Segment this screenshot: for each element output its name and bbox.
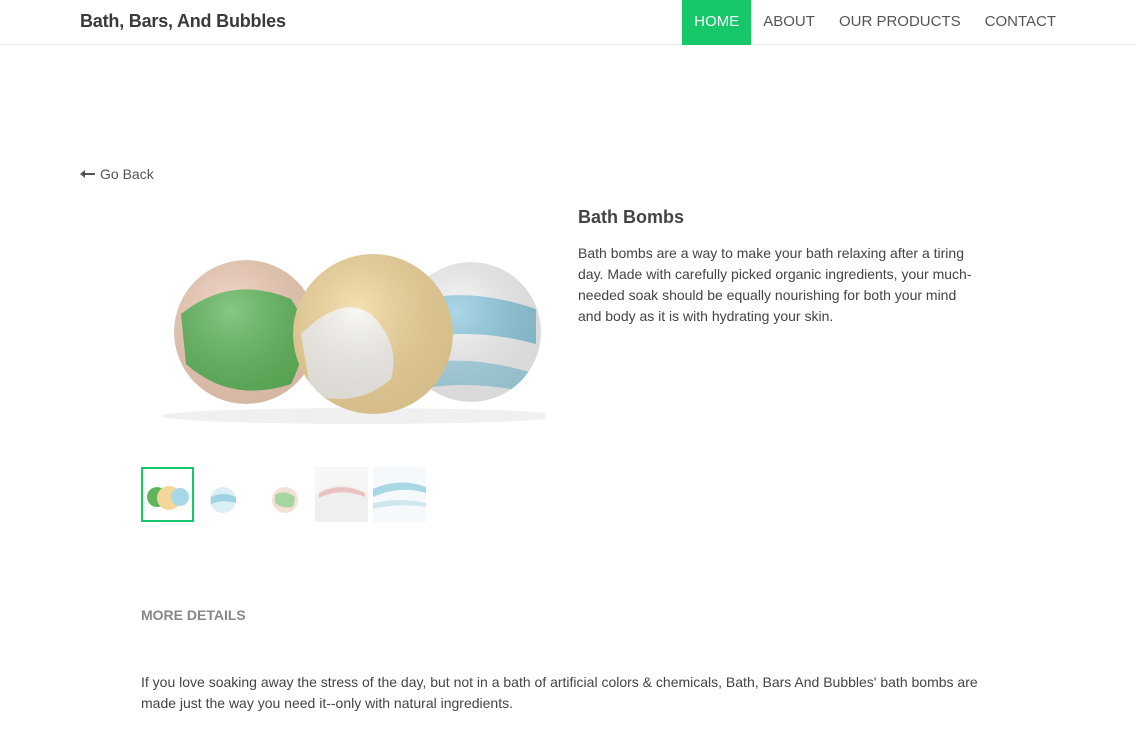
nav-item-about[interactable]: ABOUT: [751, 0, 827, 45]
thumbnail-3[interactable]: [257, 467, 310, 522]
go-back-link[interactable]: Go Back: [80, 166, 154, 182]
go-back-label: Go Back: [100, 166, 154, 182]
nav-item-our-products[interactable]: OUR PRODUCTS: [827, 0, 973, 45]
thumbnail-4[interactable]: [315, 467, 368, 522]
thumbnail-1[interactable]: [141, 467, 194, 522]
nav-item-contact[interactable]: CONTACT: [973, 0, 1068, 45]
more-details-heading: MORE DETAILS: [141, 607, 246, 623]
thumbnail-5[interactable]: [373, 467, 426, 522]
thumbnail-strip: [141, 467, 431, 522]
product-description: Bath bombs are a way to make your bath r…: [578, 245, 972, 324]
main-nav: HOME ABOUT OUR PRODUCTS CONTACT: [682, 0, 1068, 45]
brand-logo-text[interactable]: Bath, Bars, And Bubbles: [80, 11, 286, 32]
navbar: Bath, Bars, And Bubbles HOME ABOUT OUR P…: [0, 0, 1136, 45]
product-main-image: [141, 204, 545, 444]
thumbnail-2[interactable]: [199, 467, 252, 522]
product-title: Bath Bombs: [578, 207, 685, 227]
more-details-text: If you love soaking away the stress of t…: [141, 674, 978, 711]
nav-item-home[interactable]: HOME: [682, 0, 752, 45]
long-arrow-left-icon: [80, 170, 95, 178]
